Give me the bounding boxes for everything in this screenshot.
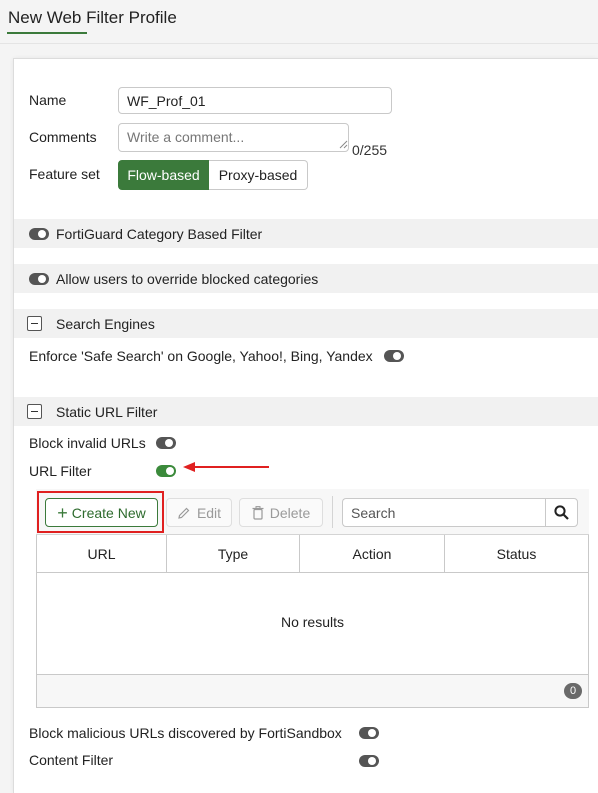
comments-textarea[interactable] [118,123,349,152]
safe-search-label: Enforce 'Safe Search' on Google, Yahoo!,… [29,348,373,364]
delete-button[interactable]: Delete [239,498,323,527]
trash-icon [252,505,264,520]
edit-label: Edit [196,504,222,521]
resize-grip-icon[interactable] [339,140,348,149]
comments-counter: 0/255 [352,142,388,158]
url-filter-label: URL Filter [29,463,92,479]
search-button[interactable] [545,498,578,527]
create-new-highlight [37,491,164,533]
name-input[interactable] [118,87,392,114]
comments-label: Comments [29,129,97,145]
url-filter-toggle[interactable] [156,465,176,477]
name-label: Name [29,92,67,108]
title-underline [7,32,87,34]
override-label: Allow users to override blocked categori… [56,271,319,287]
content-filter-toggle[interactable] [359,755,379,767]
delete-label: Delete [269,504,311,521]
page-title: New Web Filter Profile [8,8,177,27]
feature-set-proxy-based[interactable]: Proxy-based [209,160,308,190]
red-arrow-icon [183,462,269,472]
sandbox-toggle[interactable] [359,727,379,739]
block-invalid-toggle[interactable] [156,437,176,449]
edit-button[interactable]: Edit [166,498,232,527]
safe-search-toggle[interactable] [384,350,404,362]
static-url-collapse-icon[interactable] [27,404,42,419]
url-table-footer [37,674,588,707]
column-header-url[interactable]: URL [37,535,166,573]
row-count-badge: 0 [564,683,582,699]
empty-state: No results [280,614,345,630]
pencil-icon [178,507,190,519]
block-invalid-label: Block invalid URLs [29,435,146,451]
fortiguard-label: FortiGuard Category Based Filter [56,226,263,242]
search-icon [554,505,569,520]
content-filter-label: Content Filter [29,752,114,768]
feature-set-flow-based[interactable]: Flow-based [118,160,209,190]
fortiguard-toggle[interactable] [29,228,49,240]
override-toggle[interactable] [29,273,49,285]
column-header-type[interactable]: Type [167,535,299,573]
column-header-status[interactable]: Status [445,535,588,573]
toolbar-separator [332,496,333,528]
search-input[interactable] [342,498,545,527]
search-engines-collapse-icon[interactable] [27,316,42,331]
feature-set-label: Feature set [29,166,100,182]
search-engines-title: Search Engines [56,316,155,332]
static-url-title: Static URL Filter [56,404,158,420]
sandbox-label: Block malicious URLs discovered by Forti… [29,725,342,741]
column-header-action[interactable]: Action [300,535,444,573]
